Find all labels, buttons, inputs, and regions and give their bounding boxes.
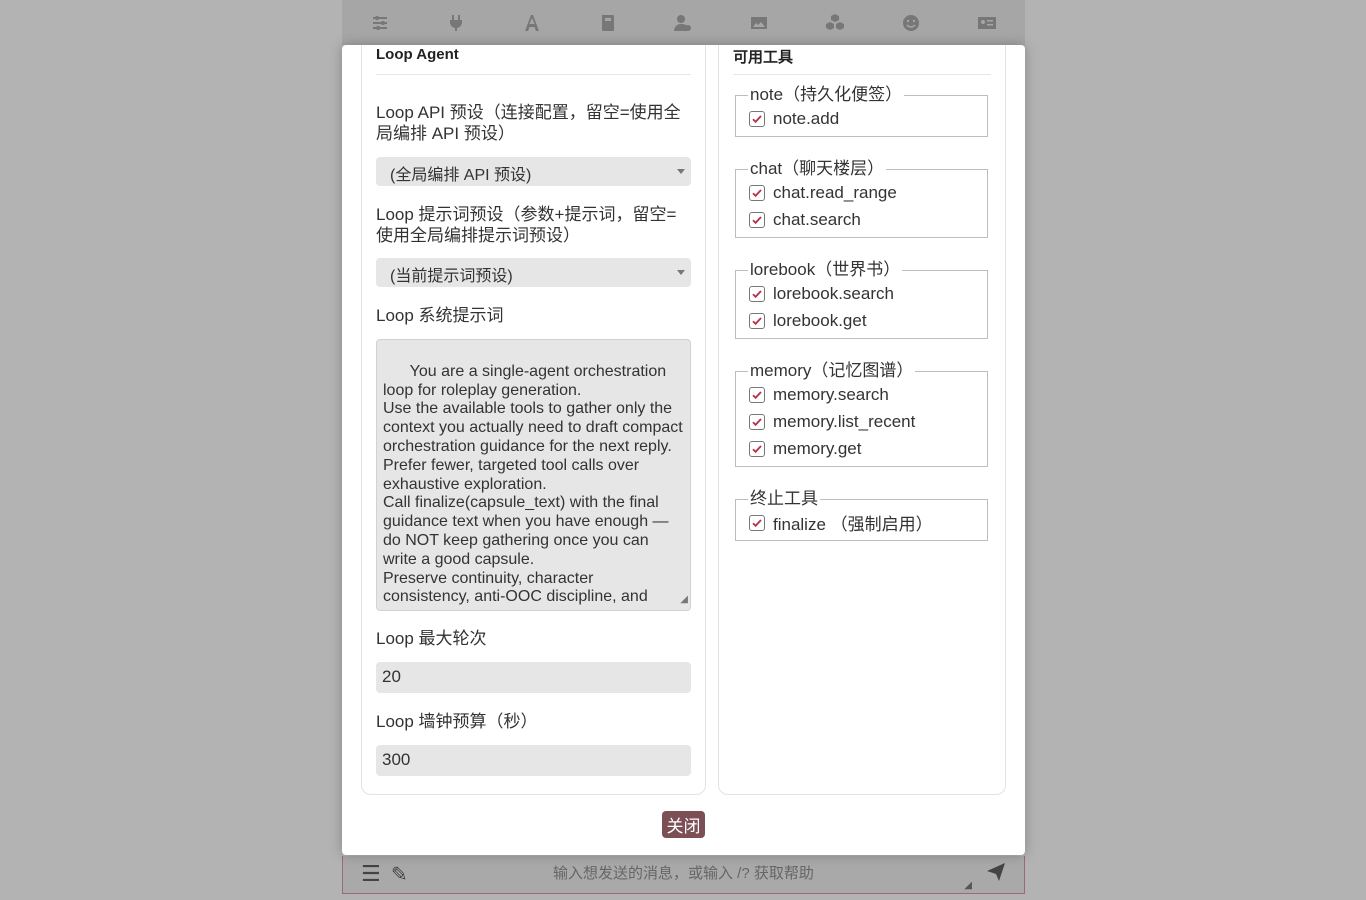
budget-input[interactable]: 300: [376, 745, 691, 776]
system-prompt-textarea[interactable]: You are a single-agent orchestration loo…: [376, 339, 691, 611]
prompt-preset-label: Loop 提示词预设（参数+提示词，留空=使用全局编排提示词预设）: [376, 205, 677, 245]
tool-checkbox-row[interactable]: memory.search: [736, 381, 987, 408]
checkbox[interactable]: [749, 413, 765, 430]
checkbox[interactable]: [749, 440, 765, 457]
settings-modal: Loop Agent Loop API 预设（连接配置，留空=使用全局编排 AP…: [342, 45, 1025, 855]
tool-name: chat.read_range: [773, 182, 897, 202]
tool-name: memory.get: [773, 438, 862, 458]
loop-agent-panel: Loop Agent Loop API 预设（连接配置，留空=使用全局编排 AP…: [361, 45, 706, 795]
sliders-icon[interactable]: [369, 12, 391, 34]
tool-name: lorebook.get: [773, 310, 867, 330]
tool-group: 终止工具 finalize （强制启用）: [735, 489, 988, 541]
tool-group: note（持久化便签） note.add: [735, 85, 988, 137]
tool-checkbox-row[interactable]: lorebook.search: [736, 280, 987, 307]
panel-title: Loop Agent: [376, 46, 459, 63]
api-preset-label: Loop API 预设（连接配置，留空=使用全局编排 API 预设）: [376, 103, 681, 143]
tool-name: memory.list_recent: [773, 411, 916, 431]
api-preset-value: (全局编排 API 预设): [390, 167, 532, 184]
checkbox[interactable]: [749, 312, 765, 329]
tool-checkbox-row[interactable]: finalize （强制启用）: [736, 509, 987, 536]
tool-name: chat.search: [773, 209, 861, 229]
top-toolbar: [342, 0, 1025, 45]
send-icon[interactable]: [986, 862, 1006, 882]
tool-checkbox-row[interactable]: memory.get: [736, 435, 987, 462]
prompt-preset-select[interactable]: (当前提示词预设): [376, 258, 691, 287]
tool-group-legend: memory（记忆图谱）: [750, 361, 914, 380]
resize-grip-icon[interactable]: ◢: [680, 591, 688, 610]
tool-group: lorebook（世界书） lorebook.search lorebook.get: [735, 260, 988, 339]
max-rounds-label: Loop 最大轮次: [376, 629, 487, 648]
panel-title: 可用工具: [733, 49, 794, 66]
user-gear-icon[interactable]: [672, 12, 694, 34]
tool-checkbox-row[interactable]: memory.list_recent: [736, 408, 987, 435]
system-prompt-text: You are a single-agent orchestration loo…: [383, 362, 683, 606]
tool-checkbox-row[interactable]: chat.read_range: [736, 179, 987, 206]
system-prompt-label: Loop 系统提示词: [376, 306, 504, 325]
chat-input-bar: ☰ ✎ 输入想发送的消息，或输入 /? 获取帮助 ◢: [342, 856, 1025, 894]
tool-name: lorebook.search: [773, 283, 894, 303]
prompt-preset-value: (当前提示词预设): [390, 268, 513, 285]
tool-group-legend: note（持久化便签）: [750, 85, 903, 104]
font-icon[interactable]: [521, 12, 543, 34]
smile-icon[interactable]: [900, 12, 922, 34]
tool-checkbox-row[interactable]: lorebook.get: [736, 307, 987, 334]
tool-checkbox-row[interactable]: note.add: [736, 105, 987, 132]
chat-input[interactable]: 输入想发送的消息，或输入 /? 获取帮助: [553, 862, 814, 883]
menu-icon[interactable]: ☰: [361, 863, 381, 885]
chevron-down-icon: [677, 270, 685, 275]
tool-group-legend: lorebook（世界书）: [750, 260, 901, 279]
tool-checkbox-row[interactable]: chat.search: [736, 206, 987, 233]
tool-group-legend: chat（聊天楼层）: [750, 159, 885, 178]
checkbox[interactable]: [749, 285, 765, 302]
magic-wand-icon[interactable]: ✎: [391, 862, 408, 887]
tool-name: note.add: [773, 108, 840, 128]
max-rounds-input[interactable]: 20: [376, 662, 691, 693]
divider: [733, 74, 991, 75]
checkbox[interactable]: [749, 184, 765, 201]
tool-group: chat（聊天楼层） chat.read_range chat.search: [735, 159, 988, 238]
image-icon[interactable]: [748, 12, 770, 34]
book-icon[interactable]: [597, 12, 619, 34]
budget-label: Loop 墙钟预算（秒）: [376, 712, 538, 731]
checkbox[interactable]: [749, 386, 765, 403]
tools-panel: 可用工具 note（持久化便签） note.add chat（聊天楼层） chat.r…: [718, 45, 1006, 795]
cubes-icon[interactable]: [824, 12, 846, 34]
tool-group-legend: 终止工具: [750, 489, 818, 508]
checkbox[interactable]: [749, 110, 765, 127]
tool-group: memory（记忆图谱） memory.search memory.list_rec…: [735, 361, 988, 467]
tool-name: finalize （强制启用）: [773, 515, 933, 534]
divider: [376, 74, 691, 75]
chevron-down-icon: [677, 169, 685, 174]
checkbox[interactable]: [749, 514, 765, 531]
plug-icon[interactable]: [445, 12, 467, 34]
tool-name: memory.search: [773, 384, 889, 404]
checkbox[interactable]: [749, 211, 765, 228]
resize-grip-icon[interactable]: ◢: [964, 880, 972, 891]
contact-card-icon[interactable]: [976, 12, 998, 34]
close-button[interactable]: 关闭: [662, 811, 705, 838]
api-preset-select[interactable]: (全局编排 API 预设): [376, 157, 691, 186]
